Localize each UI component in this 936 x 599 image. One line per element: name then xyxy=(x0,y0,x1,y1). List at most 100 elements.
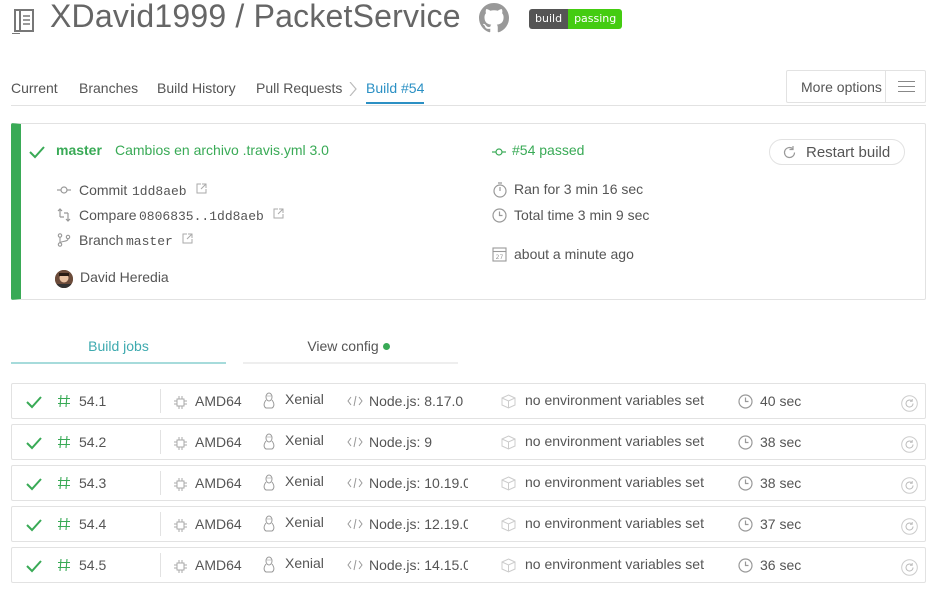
job-duration: 38 sec xyxy=(760,434,802,450)
linux-icon xyxy=(263,474,275,491)
job-duration: 37 sec xyxy=(760,516,802,532)
more-options-label: More options xyxy=(801,79,882,95)
job-row[interactable]: 54.4 AMD64 Xenial Node.js: 12.19.0 no en… xyxy=(11,506,926,542)
job-number[interactable]: 54.1 xyxy=(79,393,106,409)
restart-job-icon[interactable] xyxy=(901,559,918,576)
tab-pull-requests[interactable]: Pull Requests xyxy=(256,80,342,96)
tab-view-config[interactable]: View config xyxy=(243,338,443,354)
clock-icon xyxy=(492,208,507,223)
tab-branches[interactable]: Branches xyxy=(79,80,138,96)
cpu-icon xyxy=(174,396,187,409)
hash-icon xyxy=(58,517,70,531)
job-env: no environment variables set xyxy=(525,392,704,408)
job-language: Node.js: 10.19.0 xyxy=(369,475,468,491)
cpu-icon xyxy=(174,560,187,573)
code-icon xyxy=(347,559,363,571)
job-number[interactable]: 54.2 xyxy=(79,434,106,450)
compare-label: Compare xyxy=(79,207,137,223)
github-icon[interactable] xyxy=(479,3,509,33)
linux-icon xyxy=(263,392,275,409)
cpu-icon xyxy=(174,437,187,450)
stopwatch-icon xyxy=(493,182,507,198)
compare-range[interactable]: 0806835..1dd8aeb xyxy=(139,209,264,224)
job-number[interactable]: 54.3 xyxy=(79,475,106,491)
linux-icon xyxy=(263,515,275,532)
job-os: Xenial xyxy=(285,432,324,448)
commit-label: Commit xyxy=(79,182,128,198)
box-icon xyxy=(501,435,516,450)
tab-build-jobs[interactable]: Build jobs xyxy=(11,338,226,354)
code-icon xyxy=(347,436,363,448)
tab-build-history[interactable]: Build History xyxy=(157,80,236,96)
check-icon xyxy=(26,396,42,409)
compare-icon xyxy=(57,208,71,222)
job-row[interactable]: 54.3 AMD64 Xenial Node.js: 10.19.0 no en… xyxy=(11,465,926,501)
check-icon xyxy=(26,519,42,532)
restart-job-icon[interactable] xyxy=(901,477,918,494)
job-env: no environment variables set xyxy=(525,515,704,531)
restart-job-icon[interactable] xyxy=(901,436,918,453)
job-row[interactable]: 54.1 AMD64 Xenial Node.js: 8.17.0 no env… xyxy=(11,383,926,419)
branch-name[interactable]: master xyxy=(126,234,173,249)
commit-message: Cambios en archivo .travis.yml 3.0 xyxy=(115,142,329,158)
restart-job-icon[interactable] xyxy=(901,395,918,412)
job-os: Xenial xyxy=(285,555,324,571)
divider xyxy=(160,389,161,413)
external-link-icon[interactable] xyxy=(182,233,193,244)
badge-status: passing xyxy=(568,9,623,29)
branch-icon xyxy=(57,233,71,247)
box-icon xyxy=(501,476,516,491)
clock-icon xyxy=(738,517,753,532)
job-row[interactable]: 54.5 AMD64 Xenial Node.js: 14.15.0 no en… xyxy=(11,547,926,583)
more-options-button[interactable]: More options xyxy=(786,70,926,103)
code-icon xyxy=(347,477,363,489)
box-icon xyxy=(501,394,516,409)
external-link-icon[interactable] xyxy=(273,208,284,219)
clock-icon xyxy=(738,394,753,409)
avatar xyxy=(55,270,73,288)
build-status-badge[interactable]: build passing xyxy=(529,9,623,29)
svg-text:27: 27 xyxy=(496,254,504,261)
job-number[interactable]: 54.4 xyxy=(79,516,106,532)
linux-icon xyxy=(263,433,275,450)
job-os: Xenial xyxy=(285,473,324,489)
tab-view-config-underline xyxy=(243,362,458,364)
clock-icon xyxy=(738,558,753,573)
restart-job-icon[interactable] xyxy=(901,518,918,535)
author-name: David Heredia xyxy=(80,269,169,285)
commit-sha[interactable]: 1dd8aeb xyxy=(132,184,187,199)
job-language: Node.js: 14.15.0 xyxy=(369,557,468,573)
check-icon xyxy=(26,437,42,450)
cpu-icon xyxy=(174,478,187,491)
job-duration: 40 sec xyxy=(760,393,802,409)
job-arch: AMD64 xyxy=(195,434,242,450)
branch-label: Branch xyxy=(79,232,124,248)
job-duration: 36 sec xyxy=(760,557,802,573)
job-env: no environment variables set xyxy=(525,474,704,490)
job-arch: AMD64 xyxy=(195,393,242,409)
branch-link[interactable]: master xyxy=(56,142,102,158)
job-os: Xenial xyxy=(285,391,324,407)
hamburger-icon xyxy=(885,71,926,102)
clock-icon xyxy=(738,476,753,491)
hash-icon xyxy=(58,558,70,572)
code-icon xyxy=(347,518,363,530)
job-arch: AMD64 xyxy=(195,557,242,573)
external-link-icon[interactable] xyxy=(196,183,207,194)
commit-icon xyxy=(57,186,71,194)
box-icon xyxy=(501,517,516,532)
hash-icon xyxy=(58,476,70,490)
tab-build[interactable]: Build #54 xyxy=(366,80,425,104)
restart-label: Restart build xyxy=(806,144,891,161)
divider xyxy=(160,430,161,454)
job-language: Node.js: 9 xyxy=(369,434,433,450)
job-os: Xenial xyxy=(285,514,324,530)
build-status: #54 passed xyxy=(512,142,585,158)
repo-title[interactable]: XDavid1999 / PacketService xyxy=(50,0,461,35)
restart-build-button[interactable]: Restart build xyxy=(769,139,905,165)
job-number[interactable]: 54.5 xyxy=(79,557,106,573)
view-config-label: View config xyxy=(307,338,379,354)
job-row[interactable]: 54.2 AMD64 Xenial Node.js: 9 no environm… xyxy=(11,424,926,460)
tab-current[interactable]: Current xyxy=(11,80,58,96)
restart-icon xyxy=(783,146,796,159)
